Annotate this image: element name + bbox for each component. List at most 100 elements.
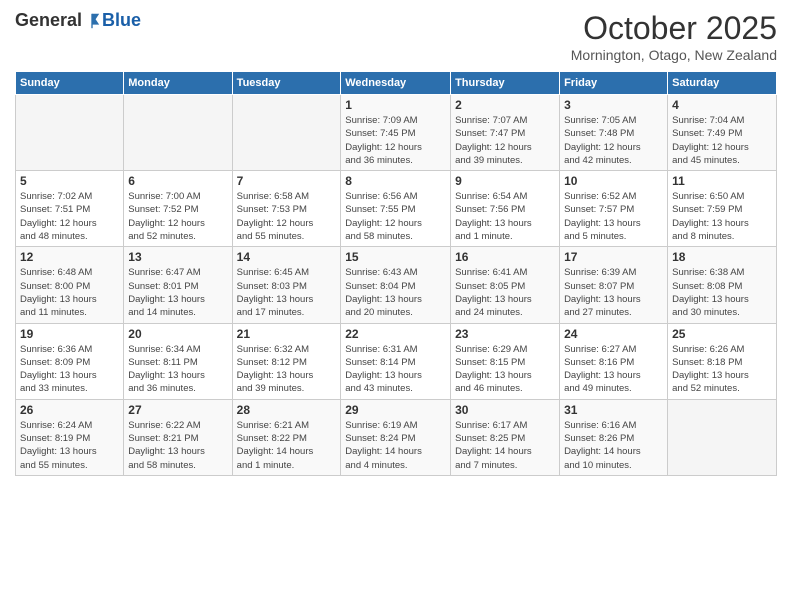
- day-info: Sunrise: 6:24 AM Sunset: 8:19 PM Dayligh…: [20, 419, 119, 472]
- table-row: 2 Sunrise: 7:07 AM Sunset: 7:47 PM Daylig…: [451, 95, 560, 171]
- day-number: 2: [455, 98, 555, 112]
- day-number: 31: [564, 403, 663, 417]
- day-info: Sunrise: 6:22 AM Sunset: 8:21 PM Dayligh…: [128, 419, 227, 472]
- table-row: 25 Sunrise: 6:26 AM Sunset: 8:18 PM Dayli…: [668, 323, 777, 399]
- table-row: 27 Sunrise: 6:22 AM Sunset: 8:21 PM Dayli…: [124, 399, 232, 475]
- day-info: Sunrise: 6:19 AM Sunset: 8:24 PM Dayligh…: [345, 419, 446, 472]
- table-row: 18Sunrise: 6:38 AM Sunset: 8:08 PM Dayli…: [668, 247, 777, 323]
- day-info: Sunrise: 6:47 AM Sunset: 8:01 PM Dayligh…: [128, 266, 227, 319]
- day-info: Sunrise: 6:52 AM Sunset: 7:57 PM Dayligh…: [564, 190, 663, 243]
- table-row: 11Sunrise: 6:50 AM Sunset: 7:59 PM Dayli…: [668, 171, 777, 247]
- calendar-week-row: 26 Sunrise: 6:24 AM Sunset: 8:19 PM Dayli…: [16, 399, 777, 475]
- day-number: 17: [564, 250, 663, 264]
- day-number: 7: [237, 174, 337, 188]
- day-number: 30: [455, 403, 555, 417]
- day-info: Sunrise: 6:29 AM Sunset: 8:15 PM Dayligh…: [455, 343, 555, 396]
- day-number: 22: [345, 327, 446, 341]
- table-row: 5 Sunrise: 7:02 AM Sunset: 7:51 PM Daylig…: [16, 171, 124, 247]
- calendar-header-row: Sunday Monday Tuesday Wednesday Thursday…: [16, 72, 777, 95]
- table-row: 12 Sunrise: 6:48 AM Sunset: 8:00 PM Dayli…: [16, 247, 124, 323]
- table-row: 26 Sunrise: 6:24 AM Sunset: 8:19 PM Dayli…: [16, 399, 124, 475]
- col-friday: Friday: [560, 72, 668, 95]
- logo-flag-icon: [83, 12, 101, 30]
- col-thursday: Thursday: [451, 72, 560, 95]
- day-number: 19: [20, 327, 119, 341]
- logo-blue: Blue: [102, 10, 141, 31]
- day-info: Sunrise: 6:43 AM Sunset: 8:04 PM Dayligh…: [345, 266, 446, 319]
- logo: General Blue: [15, 10, 141, 31]
- table-row: 28 Sunrise: 6:21 AM Sunset: 8:22 PM Dayli…: [232, 399, 341, 475]
- logo-text: General Blue: [15, 10, 141, 31]
- table-row: 20 Sunrise: 6:34 AM Sunset: 8:11 PM Dayli…: [124, 323, 232, 399]
- day-number: 6: [128, 174, 227, 188]
- day-info: Sunrise: 6:58 AM Sunset: 7:53 PM Dayligh…: [237, 190, 337, 243]
- table-row: 6 Sunrise: 7:00 AM Sunset: 7:52 PM Daylig…: [124, 171, 232, 247]
- location-subtitle: Mornington, Otago, New Zealand: [571, 47, 777, 63]
- day-number: 5: [20, 174, 119, 188]
- table-row: 31Sunrise: 6:16 AM Sunset: 8:26 PM Dayli…: [560, 399, 668, 475]
- table-row: 1 Sunrise: 7:09 AM Sunset: 7:45 PM Daylig…: [341, 95, 451, 171]
- col-wednesday: Wednesday: [341, 72, 451, 95]
- table-row: 14Sunrise: 6:45 AM Sunset: 8:03 PM Dayli…: [232, 247, 341, 323]
- day-number: 20: [128, 327, 227, 341]
- day-number: 15: [345, 250, 446, 264]
- calendar-container: General Blue October 2025 Mornington, Ot…: [0, 0, 792, 612]
- table-row: 4 Sunrise: 7:04 AM Sunset: 7:49 PM Daylig…: [668, 95, 777, 171]
- table-row: [124, 95, 232, 171]
- table-row: 10 Sunrise: 6:52 AM Sunset: 7:57 PM Dayli…: [560, 171, 668, 247]
- day-number: 1: [345, 98, 446, 112]
- day-number: 26: [20, 403, 119, 417]
- day-info: Sunrise: 7:02 AM Sunset: 7:51 PM Dayligh…: [20, 190, 119, 243]
- day-number: 27: [128, 403, 227, 417]
- day-info: Sunrise: 6:50 AM Sunset: 7:59 PM Dayligh…: [672, 190, 772, 243]
- table-row: 29 Sunrise: 6:19 AM Sunset: 8:24 PM Dayli…: [341, 399, 451, 475]
- table-row: 21 Sunrise: 6:32 AM Sunset: 8:12 PM Dayli…: [232, 323, 341, 399]
- day-info: Sunrise: 7:07 AM Sunset: 7:47 PM Dayligh…: [455, 114, 555, 167]
- day-info: Sunrise: 6:34 AM Sunset: 8:11 PM Dayligh…: [128, 343, 227, 396]
- day-info: Sunrise: 6:26 AM Sunset: 8:18 PM Dayligh…: [672, 343, 772, 396]
- table-row: 17 Sunrise: 6:39 AM Sunset: 8:07 PM Dayli…: [560, 247, 668, 323]
- day-number: 9: [455, 174, 555, 188]
- day-info: Sunrise: 7:00 AM Sunset: 7:52 PM Dayligh…: [128, 190, 227, 243]
- table-row: 15 Sunrise: 6:43 AM Sunset: 8:04 PM Dayli…: [341, 247, 451, 323]
- day-info: Sunrise: 6:38 AM Sunset: 8:08 PM Dayligh…: [672, 266, 772, 319]
- day-number: 28: [237, 403, 337, 417]
- table-row: 24Sunrise: 6:27 AM Sunset: 8:16 PM Dayli…: [560, 323, 668, 399]
- day-info: Sunrise: 6:17 AM Sunset: 8:25 PM Dayligh…: [455, 419, 555, 472]
- day-info: Sunrise: 7:04 AM Sunset: 7:49 PM Dayligh…: [672, 114, 772, 167]
- calendar-table: Sunday Monday Tuesday Wednesday Thursday…: [15, 71, 777, 476]
- month-title: October 2025: [571, 10, 777, 47]
- table-row: [232, 95, 341, 171]
- col-monday: Monday: [124, 72, 232, 95]
- day-number: 29: [345, 403, 446, 417]
- calendar-week-row: 12 Sunrise: 6:48 AM Sunset: 8:00 PM Dayli…: [16, 247, 777, 323]
- day-number: 23: [455, 327, 555, 341]
- day-info: Sunrise: 6:31 AM Sunset: 8:14 PM Dayligh…: [345, 343, 446, 396]
- page-header: General Blue October 2025 Mornington, Ot…: [15, 10, 777, 63]
- table-row: 13Sunrise: 6:47 AM Sunset: 8:01 PM Dayli…: [124, 247, 232, 323]
- day-info: Sunrise: 7:09 AM Sunset: 7:45 PM Dayligh…: [345, 114, 446, 167]
- table-row: 23 Sunrise: 6:29 AM Sunset: 8:15 PM Dayli…: [451, 323, 560, 399]
- day-number: 12: [20, 250, 119, 264]
- day-info: Sunrise: 6:32 AM Sunset: 8:12 PM Dayligh…: [237, 343, 337, 396]
- day-number: 16: [455, 250, 555, 264]
- day-number: 25: [672, 327, 772, 341]
- day-info: Sunrise: 6:39 AM Sunset: 8:07 PM Dayligh…: [564, 266, 663, 319]
- day-info: Sunrise: 6:45 AM Sunset: 8:03 PM Dayligh…: [237, 266, 337, 319]
- day-info: Sunrise: 6:41 AM Sunset: 8:05 PM Dayligh…: [455, 266, 555, 319]
- calendar-week-row: 19 Sunrise: 6:36 AM Sunset: 8:09 PM Dayli…: [16, 323, 777, 399]
- day-number: 21: [237, 327, 337, 341]
- table-row: 8Sunrise: 6:56 AM Sunset: 7:55 PM Daylig…: [341, 171, 451, 247]
- table-row: 22 Sunrise: 6:31 AM Sunset: 8:14 PM Dayli…: [341, 323, 451, 399]
- table-row: 3 Sunrise: 7:05 AM Sunset: 7:48 PM Daylig…: [560, 95, 668, 171]
- day-info: Sunrise: 6:48 AM Sunset: 8:00 PM Dayligh…: [20, 266, 119, 319]
- day-info: Sunrise: 6:36 AM Sunset: 8:09 PM Dayligh…: [20, 343, 119, 396]
- day-info: Sunrise: 7:05 AM Sunset: 7:48 PM Dayligh…: [564, 114, 663, 167]
- table-row: 7 Sunrise: 6:58 AM Sunset: 7:53 PM Daylig…: [232, 171, 341, 247]
- table-row: 30 Sunrise: 6:17 AM Sunset: 8:25 PM Dayli…: [451, 399, 560, 475]
- day-number: 3: [564, 98, 663, 112]
- day-number: 10: [564, 174, 663, 188]
- day-info: Sunrise: 6:54 AM Sunset: 7:56 PM Dayligh…: [455, 190, 555, 243]
- day-number: 4: [672, 98, 772, 112]
- day-info: Sunrise: 6:21 AM Sunset: 8:22 PM Dayligh…: [237, 419, 337, 472]
